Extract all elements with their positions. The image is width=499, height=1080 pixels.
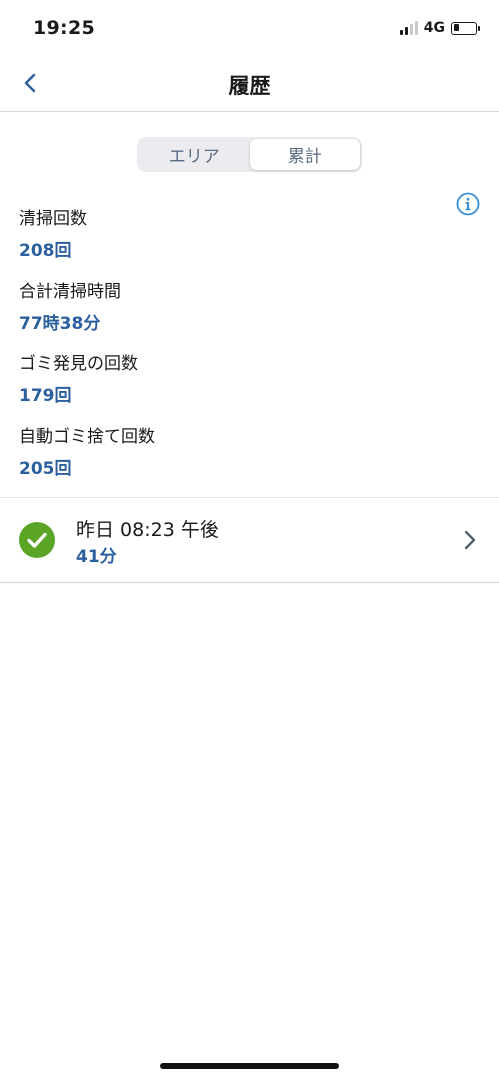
- battery-level: [453, 24, 459, 31]
- stat-label-clean-count: 清掃回数: [19, 209, 87, 229]
- signal-icon: [399, 21, 418, 35]
- info-icon[interactable]: [456, 192, 480, 216]
- stat-value-clean-count: 208回: [19, 241, 72, 261]
- status-indicators: 4G: [399, 20, 480, 36]
- history-item-title: 昨日 08:23 午後: [76, 519, 219, 541]
- status-bar: 19:25 4G: [0, 0, 499, 56]
- stat-value-auto-empty: 205回: [19, 459, 72, 479]
- stat-label-total-time: 合計清掃時間: [19, 282, 121, 302]
- stat-label-auto-empty: 自動ゴミ捨て回数: [19, 427, 155, 447]
- status-time: 19:25: [33, 17, 95, 39]
- chevron-right-icon: [464, 530, 476, 550]
- check-circle-icon: [19, 522, 55, 558]
- stat-value-dirt-detected: 179回: [19, 386, 72, 406]
- home-indicator[interactable]: [160, 1063, 339, 1069]
- history-item-duration: 41分: [76, 547, 117, 567]
- battery-icon: [451, 21, 480, 35]
- network-label: 4G: [423, 20, 445, 36]
- navigation-bar: 履歴: [0, 56, 499, 112]
- segmented-control: エリア 累計: [137, 137, 362, 172]
- segment-cumulative[interactable]: 累計: [249, 139, 360, 170]
- stat-label-dirt-detected: ゴミ発見の回数: [19, 354, 138, 374]
- segment-area[interactable]: エリア: [139, 139, 250, 170]
- page-title: 履歴: [228, 74, 271, 98]
- divider: [0, 582, 499, 583]
- stat-value-total-time: 77時38分: [19, 314, 101, 334]
- history-list-item[interactable]: 昨日 08:23 午後 41分: [0, 498, 499, 582]
